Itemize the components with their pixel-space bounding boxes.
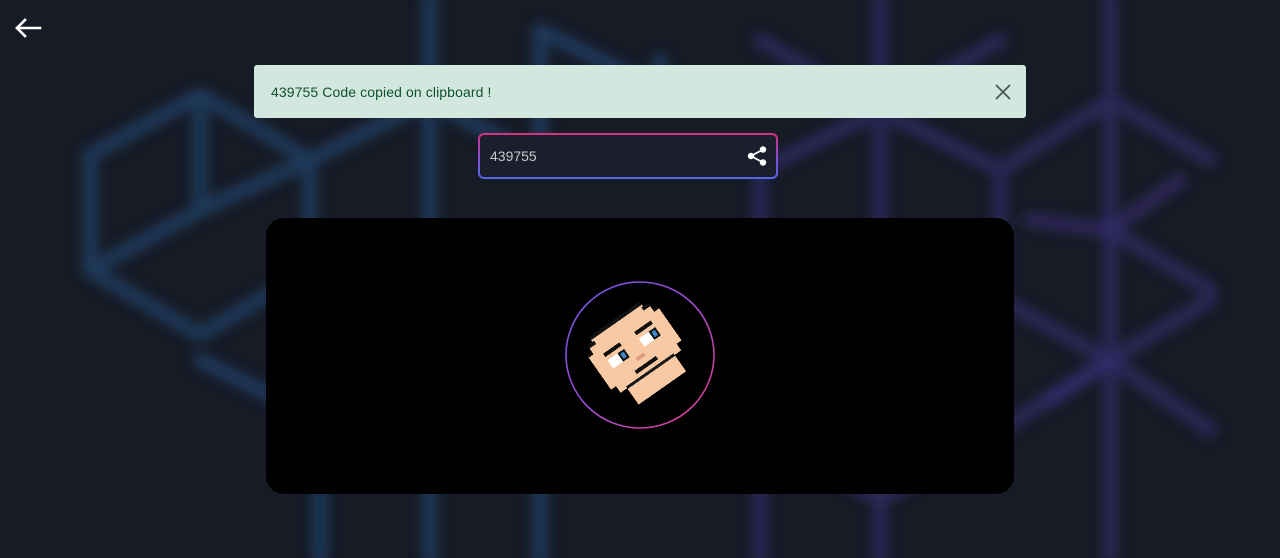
pixel-face-avatar [565,281,715,429]
toast-message: 439755 Code copied on clipboard ! [271,83,492,100]
page: 439755 Code copied on clipboard ! [0,0,1280,558]
arrow-left-icon [15,18,42,38]
close-icon[interactable] [994,83,1012,101]
code-field [478,133,778,179]
clipboard-toast: 439755 Code copied on clipboard ! [254,65,1026,118]
back-button[interactable] [12,14,44,42]
share-icon[interactable] [746,145,768,167]
code-field-body [480,135,776,177]
code-input[interactable] [490,145,730,167]
video-panel [266,218,1014,494]
